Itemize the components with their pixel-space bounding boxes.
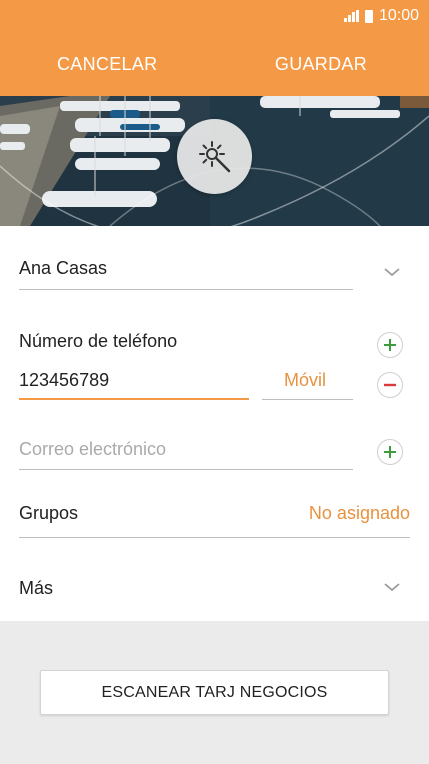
groups-label: Grupos [19, 503, 79, 523]
name-underline [19, 289, 353, 290]
phone-underline [19, 398, 249, 400]
scan-business-card-button[interactable]: ESCANEAR TARJ NEGOCIOS [40, 670, 389, 715]
status-time: 10:00 [378, 7, 419, 24]
groups-underline [19, 537, 410, 538]
email-field[interactable]: Correo electrónico [19, 439, 166, 460]
more-label[interactable]: Más [19, 578, 53, 599]
status-bar: 10:00 [343, 6, 419, 26]
add-email-button[interactable] [377, 439, 403, 465]
chevron-down-icon[interactable] [383, 266, 401, 278]
name-field[interactable]: Ana Casas [19, 258, 107, 279]
contact-photo[interactable] [0, 96, 429, 226]
battery-icon [364, 9, 373, 23]
plus-icon [384, 339, 396, 351]
groups-value[interactable]: No asignado [309, 503, 410, 524]
minus-icon [384, 383, 396, 387]
remove-phone-button[interactable] [377, 372, 403, 398]
signal-icon [343, 10, 359, 22]
magic-wand-icon [198, 140, 230, 172]
contact-form: Ana Casas Número de teléfono 123456789 M… [0, 226, 429, 621]
cancel-button[interactable]: CANCELAR [57, 54, 157, 75]
magic-wand-button[interactable] [177, 119, 252, 194]
phone-type-select[interactable]: Móvil [284, 370, 326, 391]
add-phone-button[interactable] [377, 332, 403, 358]
chevron-down-icon[interactable] [383, 581, 401, 593]
phone-type-underline [262, 399, 353, 400]
phone-label: Número de teléfono [19, 331, 178, 351]
app-header: 10:00 CANCELAR GUARDAR [0, 0, 429, 96]
save-button[interactable]: GUARDAR [275, 54, 367, 75]
phone-input[interactable]: 123456789 [19, 370, 109, 391]
plus-icon [384, 446, 396, 458]
email-underline [19, 469, 353, 470]
